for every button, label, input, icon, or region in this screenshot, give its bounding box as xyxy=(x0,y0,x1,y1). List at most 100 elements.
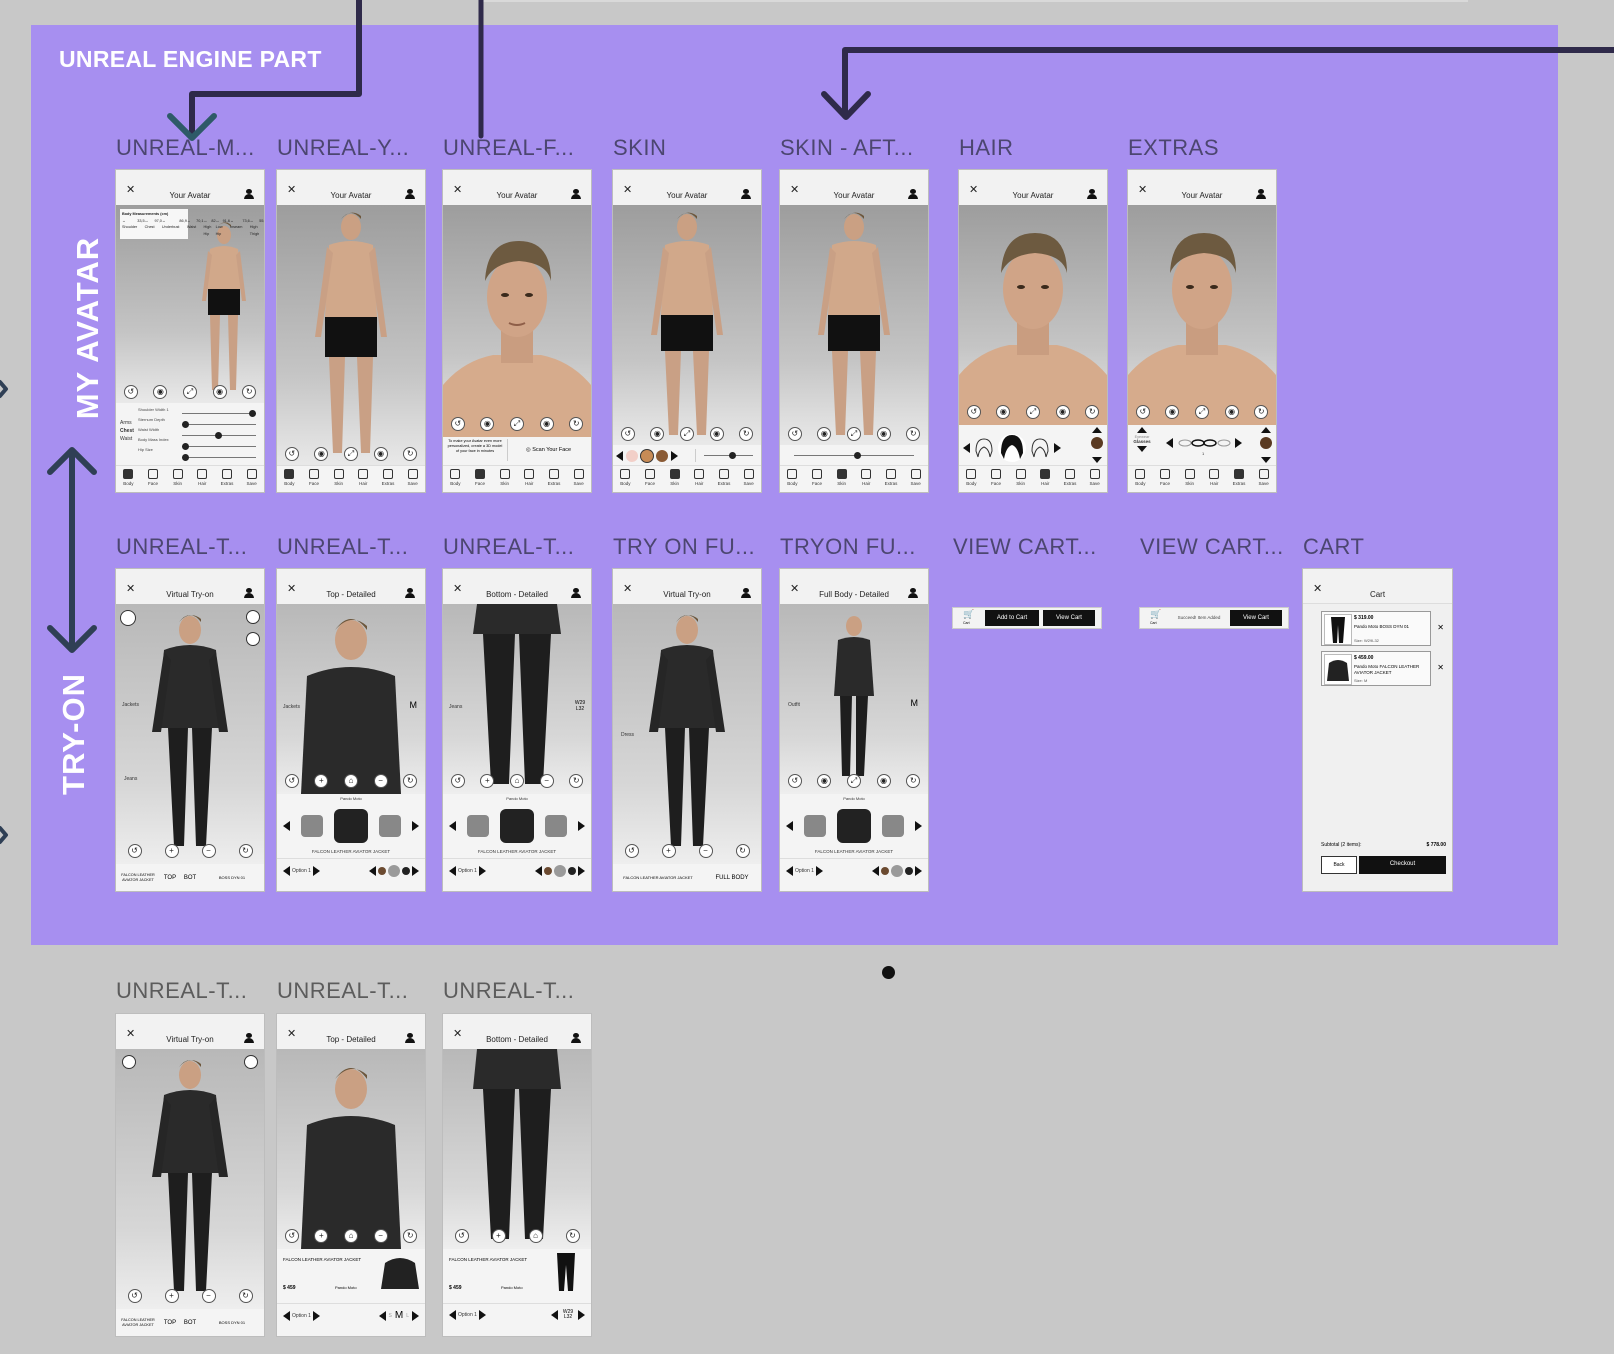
next-icon[interactable] xyxy=(578,821,586,831)
down-arrow-icon[interactable] xyxy=(1261,457,1271,463)
try-on-viewport[interactable]: Dress ↺ + − ↻ xyxy=(613,604,761,864)
previous-icon[interactable] xyxy=(449,1310,456,1320)
back-button[interactable]: Back xyxy=(1321,856,1357,874)
down-arrow-icon[interactable] xyxy=(1137,446,1147,452)
try-on-viewport[interactable]: Jackets M ↺ + ⌂ − ↻ xyxy=(277,604,425,794)
undo-icon[interactable]: ↺ xyxy=(624,844,639,858)
previous-icon[interactable] xyxy=(369,866,376,876)
zoom-out-icon[interactable]: − xyxy=(373,1229,388,1243)
avatar-viewport[interactable]: ↺ ◉ ⤢ ◉ ↻ xyxy=(1128,205,1276,425)
zoom-out-icon[interactable]: − xyxy=(373,774,388,788)
jacket-thumbnail-selected[interactable] xyxy=(499,809,534,843)
tab-hair[interactable]: Hair xyxy=(857,466,875,486)
color-swatch[interactable] xyxy=(402,867,410,875)
previous-icon[interactable] xyxy=(1166,438,1173,448)
previous-icon[interactable] xyxy=(786,866,793,876)
camera-icon[interactable]: ◉ xyxy=(817,427,832,441)
tab-skin[interactable]: Skin xyxy=(666,466,684,486)
slider-side-label[interactable]: Waist xyxy=(120,435,136,443)
cart-icon[interactable]: 🛒 xyxy=(1150,609,1161,620)
redo-icon[interactable]: ↻ xyxy=(238,1289,253,1303)
hairstyle-option[interactable] xyxy=(974,437,994,459)
previous-icon[interactable] xyxy=(378,1310,386,1321)
view-cart-button[interactable]: View Cart xyxy=(1043,610,1095,626)
previous-icon[interactable] xyxy=(963,443,970,453)
zoom-in-icon[interactable]: + xyxy=(164,844,179,858)
tab-body[interactable]: Body xyxy=(446,466,464,486)
next-icon[interactable] xyxy=(312,866,320,876)
redo-icon[interactable]: ↻ xyxy=(242,385,257,399)
expand-icon[interactable]: ⤢ xyxy=(1025,405,1040,419)
down-arrow-icon[interactable] xyxy=(1092,457,1102,463)
zoom-out-icon[interactable]: − xyxy=(201,1289,216,1303)
camera-icon[interactable]: ◉ xyxy=(996,405,1011,419)
expand-icon[interactable]: ⤢ xyxy=(679,427,694,441)
tab-hair[interactable]: Hair xyxy=(1036,466,1054,486)
tab-hair[interactable]: Hair xyxy=(690,466,708,486)
up-arrow-icon[interactable] xyxy=(1261,427,1271,433)
size-label[interactable]: W29 L32 xyxy=(574,700,586,712)
extras-category[interactable]: Glasses xyxy=(1131,439,1153,444)
try-on-viewport[interactable]: Jeans W29 L32 ↺ + ⌂ − ↻ xyxy=(443,604,591,794)
zoom-out-icon[interactable]: − xyxy=(201,844,216,858)
camera-icon[interactable]: ◉ xyxy=(212,385,227,399)
next-icon[interactable] xyxy=(578,1310,585,1320)
remove-item-icon[interactable]: ✕ xyxy=(1437,663,1444,672)
previous-icon[interactable] xyxy=(872,866,879,876)
home-icon[interactable]: ⌂ xyxy=(528,1229,543,1243)
home-icon[interactable]: ⌂ xyxy=(509,774,524,788)
expand-icon[interactable]: ⤢ xyxy=(343,447,358,461)
tab-body[interactable]: Body xyxy=(616,466,634,486)
measure-slider[interactable] xyxy=(182,431,256,440)
tab-face[interactable]: Face xyxy=(987,466,1005,486)
color-swatch[interactable] xyxy=(891,865,903,877)
profile-icon[interactable] xyxy=(741,588,751,598)
profile-icon[interactable] xyxy=(405,588,415,598)
camera-icon[interactable]: ◉ xyxy=(153,385,168,399)
zoom-in-icon[interactable]: + xyxy=(314,774,329,788)
tab-body[interactable]: Body xyxy=(783,466,801,486)
measure-slider[interactable] xyxy=(182,453,256,462)
skin-swatch[interactable] xyxy=(641,450,653,462)
expand-icon[interactable]: ⤢ xyxy=(182,385,197,399)
previous-icon[interactable] xyxy=(616,451,623,461)
previous-icon[interactable] xyxy=(785,821,793,831)
avatar-viewport[interactable]: ↺ ◉ ⤢ ◉ ↻ xyxy=(277,205,425,466)
tab-skin[interactable]: Skin xyxy=(496,466,514,486)
camera-icon[interactable]: ◉ xyxy=(817,774,832,788)
next-icon[interactable] xyxy=(312,1310,320,1321)
next-icon[interactable] xyxy=(671,451,678,461)
profile-icon[interactable] xyxy=(244,588,254,598)
avatar-viewport[interactable]: ↺ ◉ ⤢ ◉ ↻ xyxy=(443,205,591,437)
previous-icon[interactable] xyxy=(448,821,456,831)
tab-body[interactable]: Body xyxy=(962,466,980,486)
tab-hair[interactable]: Hair xyxy=(193,466,211,486)
hair-color-swatch[interactable] xyxy=(1091,437,1103,449)
tab-save[interactable]: Save xyxy=(404,466,422,486)
category-bottom[interactable]: Jeans xyxy=(124,776,137,782)
camera-icon[interactable]: ◉ xyxy=(539,417,554,431)
category-outfit[interactable]: Outfit xyxy=(788,702,800,708)
redo-icon[interactable]: ↻ xyxy=(1254,405,1269,419)
tab-hair[interactable]: Hair xyxy=(520,466,538,486)
next-icon[interactable] xyxy=(478,1310,486,1320)
undo-icon[interactable]: ↺ xyxy=(1135,405,1150,419)
avatar-viewport[interactable]: ↺ ◉ ⤢ ◉ ↻ xyxy=(780,205,928,445)
tab-extras[interactable]: Extras xyxy=(545,466,563,486)
undo-icon[interactable]: ↺ xyxy=(284,447,299,461)
jacket-thumbnail[interactable] xyxy=(803,815,826,837)
tab-save[interactable]: Save xyxy=(570,466,588,486)
color-swatch[interactable] xyxy=(568,867,576,875)
redo-icon[interactable]: ↻ xyxy=(238,844,253,858)
next-icon[interactable] xyxy=(1054,443,1061,453)
profile-icon[interactable] xyxy=(244,1033,254,1043)
color-swatch[interactable] xyxy=(905,867,913,875)
option-label[interactable]: Option 1 xyxy=(458,868,477,874)
view-cart-button[interactable]: View Cart xyxy=(1230,610,1282,626)
tab-skin[interactable]: Skin xyxy=(330,466,348,486)
tab-save[interactable]: Save xyxy=(1255,466,1273,486)
next-icon[interactable] xyxy=(412,866,419,876)
undo-icon[interactable]: ↺ xyxy=(966,405,981,419)
up-arrow-icon[interactable] xyxy=(1137,427,1147,433)
next-icon[interactable] xyxy=(412,821,420,831)
